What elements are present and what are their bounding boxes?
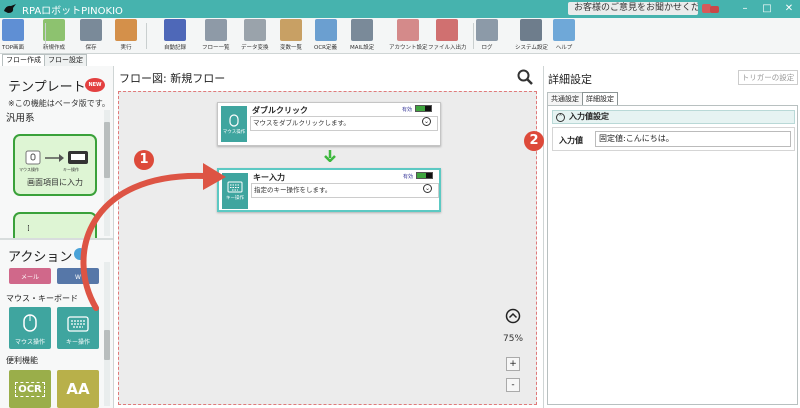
app-window: RPAロボットPINOKIO お客様のご意見をお聞かせください – □ ✕ TO… <box>0 0 800 408</box>
callout-2: 2 <box>524 131 544 151</box>
callout-1: 1 <box>134 150 154 170</box>
drag-arrow-annotation <box>80 163 226 311</box>
